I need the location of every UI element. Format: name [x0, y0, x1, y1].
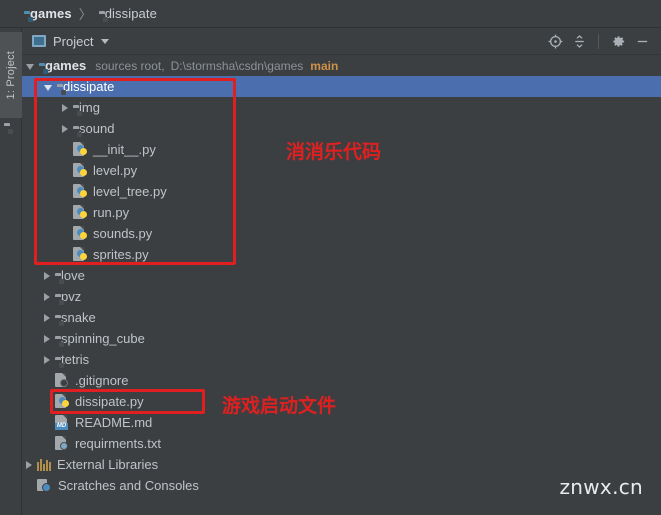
pycharm-project-window: games 〉 dissipate 1: Project Project gam…: [0, 0, 661, 515]
python-file-icon: [73, 163, 87, 178]
tree-label-dissipate-py: dissipate.py: [75, 394, 144, 409]
python-file-icon: [73, 142, 87, 157]
tree-label-tetris: tetris: [61, 352, 90, 367]
text-file-icon: [55, 436, 69, 451]
tree-row-readme-md[interactable]: MD README.md: [22, 412, 661, 433]
tree-row-tetris[interactable]: tetris: [22, 349, 661, 370]
python-file-icon: [73, 226, 87, 241]
tree-label-run-py: run.py: [93, 205, 130, 220]
breadcrumb-label-dissipate: dissipate: [104, 6, 157, 21]
python-file-icon: [73, 184, 87, 199]
tree-row-snake[interactable]: snake: [22, 307, 661, 328]
tree-row-root[interactable]: games sources root, D:\stormsha\csdn\gam…: [22, 55, 661, 76]
breadcrumb-item-dissipate[interactable]: dissipate: [99, 0, 157, 28]
tree-row-run-py[interactable]: run.py: [22, 202, 661, 223]
breadcrumb-item-games[interactable]: games: [24, 0, 72, 28]
gear-icon[interactable]: [607, 30, 629, 52]
breadcrumb: games 〉 dissipate: [0, 0, 661, 28]
toolbar-actions: [544, 30, 661, 52]
tree-label-love: love: [61, 268, 85, 283]
tree-row-requirments-txt[interactable]: requirments.txt: [22, 433, 661, 454]
tree-row-sounds-py[interactable]: sounds.py: [22, 223, 661, 244]
tree-label-games: games: [45, 58, 87, 73]
tree-label-spinning-cube: spinning_cube: [61, 331, 145, 346]
tree-row-dissipate-py[interactable]: dissipate.py: [22, 391, 661, 412]
python-file-icon: [55, 394, 69, 409]
tree-row-external-libraries[interactable]: External Libraries: [22, 454, 661, 475]
tree-row-pvz[interactable]: pvz: [22, 286, 661, 307]
tool-window-strip: 1: Project: [0, 28, 22, 515]
chevron-collapsed-icon[interactable]: [44, 355, 50, 364]
chevron-collapsed-icon[interactable]: [44, 334, 50, 343]
tree-label-sounds-py: sounds.py: [93, 226, 153, 241]
tree-row-img[interactable]: img: [22, 97, 661, 118]
tree-label-level-tree-py: level_tree.py: [93, 184, 167, 199]
tree-row-gitignore[interactable]: .gitignore: [22, 370, 661, 391]
scratches-icon: [37, 478, 52, 493]
project-tree[interactable]: games sources root, D:\stormsha\csdn\gam…: [22, 55, 661, 515]
libraries-icon: [37, 458, 51, 471]
chevron-collapsed-icon[interactable]: [62, 103, 68, 112]
locate-icon[interactable]: [544, 30, 566, 52]
tree-row-level-tree-py[interactable]: level_tree.py: [22, 181, 661, 202]
watermark: znwx.cn: [559, 475, 643, 499]
project-path: D:\stormsha\csdn\games: [170, 58, 304, 73]
chevron-collapsed-icon[interactable]: [62, 124, 68, 133]
tree-label-scratches-and-consoles: Scratches and Consoles: [58, 478, 199, 493]
tree-label-external-libraries: External Libraries: [57, 457, 159, 472]
markdown-file-icon: MD: [55, 415, 69, 430]
project-view-selector[interactable]: Project: [32, 28, 110, 55]
tree-label-gitignore: .gitignore: [75, 373, 129, 388]
chevron-down-icon[interactable]: [101, 38, 110, 44]
tree-label-init-py: __init__.py: [93, 142, 156, 157]
python-file-icon: [73, 247, 87, 262]
gitignore-file-icon: [55, 373, 69, 388]
tree-row-spinning-cube[interactable]: spinning_cube: [22, 328, 661, 349]
tree-row-dissipate[interactable]: dissipate: [22, 76, 661, 97]
chevron-collapsed-icon[interactable]: [26, 460, 32, 469]
chevron-collapsed-icon[interactable]: [44, 271, 50, 280]
tree-row-sound[interactable]: sound: [22, 118, 661, 139]
project-tab-label: 1: Project: [5, 50, 17, 100]
tree-row-love[interactable]: love: [22, 265, 661, 286]
tree-label-img: img: [79, 100, 100, 115]
project-selector-label: Project: [53, 33, 94, 49]
chevron-collapsed-icon[interactable]: [44, 292, 50, 301]
chevron-collapsed-icon[interactable]: [44, 313, 50, 322]
chevron-expanded-icon[interactable]: [44, 84, 52, 91]
tree-label-sprites-py: sprites.py: [93, 247, 149, 262]
tree-label-requirments-txt: requirments.txt: [75, 436, 161, 451]
tree-label-sound: sound: [79, 121, 115, 136]
project-window-icon: [32, 35, 46, 47]
tree-label-dissipate: dissipate: [63, 79, 115, 94]
sources-root-tag: sources root,: [95, 58, 165, 73]
breadcrumb-label-games: games: [30, 6, 72, 21]
tree-label-snake: snake: [61, 310, 96, 325]
breadcrumb-separator-icon: 〉: [78, 7, 92, 22]
project-panel-toolbar: Project: [22, 28, 661, 55]
git-branch-label: main: [310, 58, 339, 73]
tree-row-sprites-py[interactable]: sprites.py: [22, 244, 661, 265]
tree-label-pvz: pvz: [61, 289, 82, 304]
toolbar-divider: [598, 33, 599, 49]
annotation-label-entry-file: 游戏启动文件: [222, 395, 337, 417]
collapse-all-icon[interactable]: [568, 30, 590, 52]
chevron-expanded-icon[interactable]: [26, 63, 34, 70]
annotation-label-package: 消消乐代码: [286, 141, 382, 163]
tree-label-readme-md: README.md: [75, 415, 153, 430]
minimize-icon[interactable]: [631, 30, 653, 52]
python-file-icon: [73, 205, 87, 220]
sidebar-item-project-tab[interactable]: 1: Project: [0, 32, 22, 118]
tree-label-level-py: level.py: [93, 163, 138, 178]
